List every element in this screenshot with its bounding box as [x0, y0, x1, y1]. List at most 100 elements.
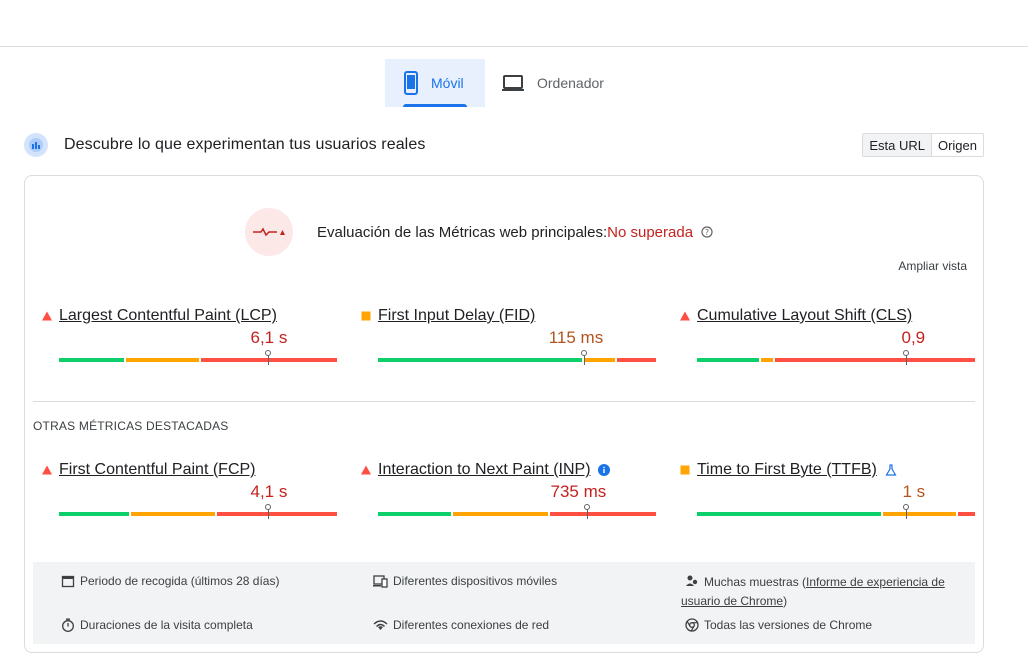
devices-info: Diferentes dispositivos móviles — [373, 573, 557, 590]
p75-marker-line — [586, 509, 588, 519]
distribution-avg-segment — [131, 512, 216, 516]
distribution-good-segment — [697, 512, 882, 516]
metric-name-link[interactable]: Cumulative Layout Shift (CLS) — [697, 307, 912, 325]
average-square-icon — [360, 310, 376, 322]
samples-suffix: ) — [783, 594, 788, 608]
timer-icon — [61, 618, 75, 632]
p75-marker-line — [905, 509, 907, 519]
chrome-versions-label: Todas las versiones de Chrome — [704, 618, 873, 632]
p75-marker-line — [267, 355, 269, 365]
metrics-card: Evaluación de las Métricas web principal… — [24, 175, 984, 653]
collection-period-label: Periodo de recogida (últimos 28 días) — [80, 574, 280, 588]
distribution-good-segment — [697, 358, 759, 362]
distribution-avg-segment — [883, 512, 957, 516]
metric-value: 735 ms — [550, 482, 607, 501]
distribution-good-segment — [59, 358, 124, 362]
metric-name-link[interactable]: First Input Delay (FID) — [378, 307, 535, 325]
network-connections: Diferentes conexiones de red — [373, 617, 549, 634]
wifi-icon — [373, 618, 388, 632]
poor-triangle-icon — [360, 464, 376, 476]
metric-other_metrics-0: First Contentful Paint (FCP) 4,1 s — [41, 460, 337, 519]
metric-core_metrics-0: Largest Contentful Paint (LCP) 6,1 s — [41, 306, 337, 365]
distribution-poor-segment — [550, 512, 656, 516]
chrome-versions: Todas las versiones de Chrome — [685, 617, 872, 634]
verdict-status: No superada — [607, 223, 694, 241]
info-icon[interactable] — [597, 464, 610, 476]
help-icon[interactable]: ? — [701, 226, 713, 238]
distribution-avg-segment — [760, 358, 773, 362]
metric-name-link[interactable]: Largest Contentful Paint (LCP) — [59, 307, 277, 325]
metric-value: 1 s — [902, 482, 926, 501]
metric-name-row: Interaction to Next Paint (INP) — [360, 460, 656, 480]
url-origin-toggle: Esta URL Origen — [862, 133, 984, 157]
distribution-avg-segment — [453, 512, 549, 516]
svg-text:?: ? — [705, 228, 709, 237]
distribution-good-segment — [59, 512, 130, 516]
distribution-poor-segment — [774, 358, 975, 362]
distribution-bar — [378, 512, 656, 516]
tab-mobile-label: Móvil — [431, 75, 464, 91]
other-metrics-title: OTRAS MÉTRICAS DESTACADAS — [33, 419, 229, 433]
section-title: Descubre lo que experimentan tus usuario… — [64, 136, 426, 153]
toggle-origin[interactable]: Origen — [932, 134, 983, 156]
tab-mobile[interactable]: Móvil — [385, 59, 485, 107]
users-data-icon — [24, 133, 48, 157]
devices-label: Diferentes dispositivos móviles — [393, 574, 558, 588]
verdict-label: Evaluación de las Métricas web principal… — [317, 223, 608, 241]
metric-name-link[interactable]: Interaction to Next Paint (INP) — [378, 461, 591, 479]
metric-name-row: Cumulative Layout Shift (CLS) — [679, 306, 975, 326]
laptop-icon — [501, 74, 525, 92]
crux-report-link-2[interactable]: usuario de Chrome — [681, 594, 783, 608]
metric-core_metrics-2: Cumulative Layout Shift (CLS) 0,9 — [679, 306, 975, 365]
top-bar — [0, 0, 1028, 47]
people-icon — [685, 574, 699, 593]
data-info-footer: Periodo de recogida (últimos 28 días) Di… — [33, 562, 975, 644]
visit-durations: Duraciones de la visita completa — [61, 617, 253, 634]
smartphone-icon — [403, 71, 419, 95]
distribution-bar — [378, 358, 656, 362]
metric-name-row: Time to First Byte (TTFB) — [679, 460, 975, 480]
poor-triangle-icon — [679, 310, 695, 322]
distribution-poor-segment — [200, 358, 337, 362]
p75-marker-line — [905, 355, 907, 365]
distribution-poor-segment — [617, 358, 656, 362]
distribution-avg-segment — [583, 358, 616, 362]
calendar-icon — [61, 574, 75, 588]
collection-period: Periodo de recogida (últimos 28 días) — [61, 573, 279, 590]
average-square-icon — [679, 464, 695, 476]
metric-name-link[interactable]: Time to First Byte (TTFB) — [697, 461, 877, 479]
connections-label: Diferentes conexiones de red — [393, 618, 550, 632]
failed-badge-icon — [245, 208, 293, 256]
distribution-bar — [59, 512, 337, 516]
metric-name-link[interactable]: First Contentful Paint (FCP) — [59, 461, 256, 479]
distribution-poor-segment — [958, 512, 975, 516]
samples-prefix: Muchas muestras ( — [704, 575, 807, 589]
distribution-bar — [59, 358, 337, 362]
expand-view-button[interactable]: Ampliar vista — [898, 259, 967, 273]
p75-marker-line — [267, 509, 269, 519]
tab-desktop[interactable]: Ordenador — [485, 59, 615, 107]
core-web-vitals-verdict: Evaluación de las Métricas web principal… — [245, 208, 713, 256]
metric-other_metrics-2: Time to First Byte (TTFB) 1 s — [679, 460, 975, 519]
poor-triangle-icon — [41, 310, 57, 322]
distribution-good-segment — [378, 358, 582, 362]
device-tabs: Móvil Ordenador — [385, 59, 615, 107]
crux-report-link[interactable]: Informe de experiencia de — [806, 575, 945, 589]
devices-icon — [373, 574, 388, 588]
metric-value: 115 ms — [548, 328, 604, 347]
metric-value: 6,1 s — [250, 328, 288, 347]
metric-name-row: Largest Contentful Paint (LCP) — [41, 306, 337, 326]
metric-value: 4,1 s — [250, 482, 288, 501]
distribution-poor-segment — [217, 512, 337, 516]
tab-desktop-label: Ordenador — [537, 75, 604, 91]
divider — [33, 401, 975, 402]
metric-core_metrics-1: First Input Delay (FID) 115 ms — [360, 306, 656, 365]
distribution-avg-segment — [125, 358, 199, 362]
chrome-icon — [685, 618, 699, 632]
metric-value: 0,9 — [901, 328, 926, 347]
toggle-this-url[interactable]: Esta URL — [863, 134, 932, 156]
metric-name-row: First Input Delay (FID) — [360, 306, 656, 326]
metric-other_metrics-1: Interaction to Next Paint (INP) 735 ms — [360, 460, 656, 519]
durations-label: Duraciones de la visita completa — [80, 618, 253, 632]
field-data-header: Descubre lo que experimentan tus usuario… — [24, 132, 984, 158]
